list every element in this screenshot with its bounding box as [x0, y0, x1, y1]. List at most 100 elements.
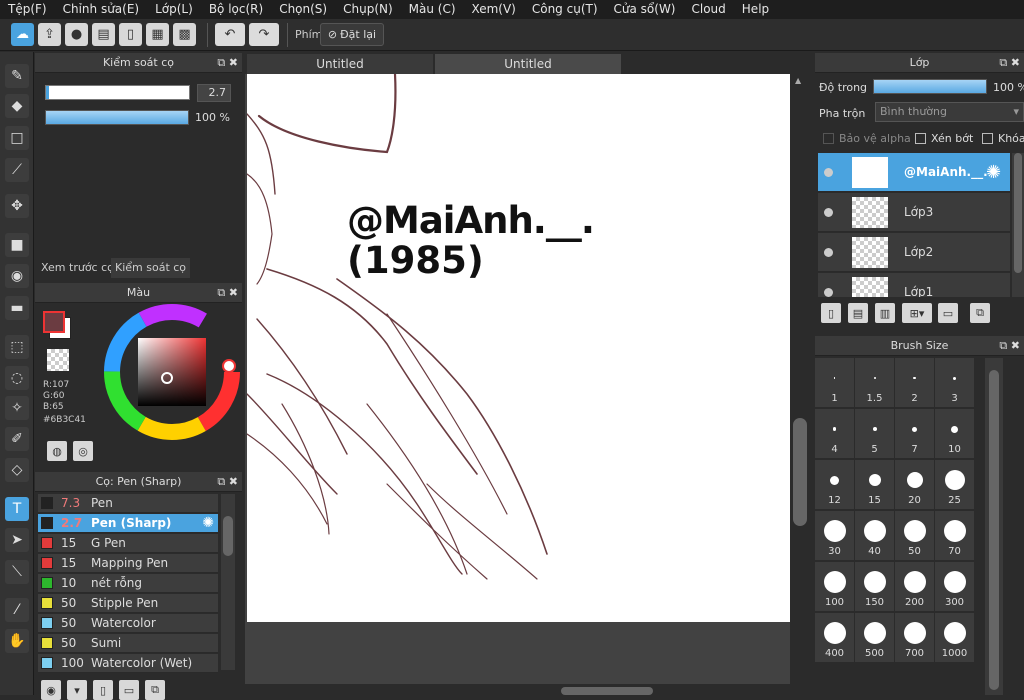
- menu-cloud[interactable]: Cloud: [684, 0, 734, 19]
- lasso-tool-icon[interactable]: ◌: [5, 366, 29, 390]
- brush-size-cell[interactable]: 1: [815, 358, 854, 407]
- new-layer-1bit-icon[interactable]: ▥: [875, 303, 895, 323]
- menu-view[interactable]: Xem(V): [464, 0, 524, 19]
- canvas-vertical-scrollbar[interactable]: ▲: [790, 74, 810, 684]
- brush-size-cell[interactable]: 500: [855, 613, 894, 662]
- cloud-save-icon[interactable]: ☁: [11, 23, 34, 46]
- brush-folder-icon[interactable]: ▭: [119, 680, 139, 700]
- clipping-checkbox[interactable]: [915, 133, 926, 144]
- visibility-eye-icon[interactable]: [824, 208, 833, 217]
- palette-icon[interactable]: ◍: [47, 441, 67, 461]
- drawing-canvas[interactable]: @MaiAnh.__. (1985): [247, 74, 790, 622]
- brush-size-cell[interactable]: 5: [855, 409, 894, 458]
- new-layer-8bit-icon[interactable]: ▤: [848, 303, 868, 323]
- color-wheel[interactable]: [103, 303, 241, 441]
- brush-item[interactable]: 7.3 Pen: [38, 494, 218, 513]
- visibility-eye-icon[interactable]: [824, 168, 833, 177]
- panel-icon[interactable]: ▦: [146, 23, 169, 46]
- brush-size-slider[interactable]: [45, 85, 190, 100]
- brush-size-cell[interactable]: 10: [935, 409, 974, 458]
- gear-icon[interactable]: ✺: [986, 162, 1001, 183]
- hand-tool-icon[interactable]: ✋: [5, 629, 29, 653]
- magic-wand-icon[interactable]: ✧: [5, 396, 29, 420]
- menu-capture[interactable]: Chụp(N): [335, 0, 401, 19]
- speech-bubble-icon[interactable]: ●: [65, 23, 88, 46]
- copy-brush-icon[interactable]: ▯: [93, 680, 113, 700]
- duplicate-layer-icon[interactable]: ⧉: [970, 303, 990, 323]
- visibility-eye-icon[interactable]: [824, 288, 833, 297]
- select-rect-icon[interactable]: ⬚: [5, 335, 29, 359]
- text-tool-icon[interactable]: T: [5, 497, 29, 521]
- canvas-text-handle[interactable]: @MaiAnh.__.: [347, 199, 595, 242]
- brush-list-scrollbar[interactable]: [221, 494, 235, 670]
- panel-controls-icon[interactable]: ⧉ ✖: [217, 472, 238, 492]
- brush-size-cell[interactable]: 70: [935, 511, 974, 560]
- canvas-hscroll-thumb[interactable]: [561, 687, 653, 695]
- divider-tool-icon[interactable]: ⟍: [5, 560, 29, 584]
- grid-icon[interactable]: ▩: [173, 23, 196, 46]
- eraser-tool-icon[interactable]: ◆: [5, 94, 29, 118]
- brush-size-cell[interactable]: 200: [895, 562, 934, 611]
- panel-controls-icon[interactable]: ⧉ ✖: [999, 53, 1020, 73]
- brush-size-scrollbar[interactable]: [985, 358, 1003, 695]
- add-layer-menu-icon[interactable]: ⊞▾: [902, 303, 932, 323]
- brush-size-cell[interactable]: 400: [815, 613, 854, 662]
- tab-brush-preview[interactable]: Xem trước cọ: [37, 258, 118, 278]
- menu-tools[interactable]: Công cụ(T): [524, 0, 606, 19]
- foreground-color-swatch[interactable]: [43, 311, 65, 333]
- bucket-tool-icon[interactable]: ◉: [5, 264, 29, 288]
- menu-layer[interactable]: Lớp(L): [147, 0, 201, 19]
- brush-size-cell[interactable]: 1.5: [855, 358, 894, 407]
- brush-opacity-slider[interactable]: [45, 110, 189, 125]
- brush-item[interactable]: 50 Watercolor: [38, 614, 218, 633]
- document-icon[interactable]: ▯: [119, 23, 142, 46]
- brush-size-cell[interactable]: 7: [895, 409, 934, 458]
- brush-size-cell[interactable]: 30: [815, 511, 854, 560]
- panel-controls-icon[interactable]: ⧉ ✖: [217, 283, 238, 303]
- brush-menu-icon[interactable]: ▾: [67, 680, 87, 700]
- protect-alpha-checkbox[interactable]: [823, 133, 834, 144]
- rectangle-tool-icon[interactable]: □: [5, 126, 29, 150]
- menu-window[interactable]: Cửa sổ(W): [606, 0, 684, 19]
- operation-tool-icon[interactable]: ➤: [5, 528, 29, 552]
- brush-size-cell[interactable]: 25: [935, 460, 974, 509]
- panel-controls-icon[interactable]: ⧉ ✖: [217, 53, 238, 73]
- layer-scroll-thumb[interactable]: [1014, 153, 1022, 273]
- reset-button[interactable]: ⊘ Đặt lại: [320, 23, 384, 46]
- menu-file[interactable]: Tệp(F): [0, 0, 55, 19]
- canvas-horizontal-scrollbar[interactable]: [245, 684, 810, 695]
- menu-color[interactable]: Màu (C): [401, 0, 464, 19]
- color-set-icon[interactable]: ◎: [73, 441, 93, 461]
- redo-icon[interactable]: ↷: [249, 23, 279, 46]
- brush-size-cell[interactable]: 12: [815, 460, 854, 509]
- select-pen-icon[interactable]: ✐: [5, 427, 29, 451]
- brush-size-cell[interactable]: 50: [895, 511, 934, 560]
- brush-size-cell[interactable]: 15: [855, 460, 894, 509]
- visibility-eye-icon[interactable]: [824, 248, 833, 257]
- brush-item[interactable]: 2.7 Pen (Sharp) ✺: [38, 514, 218, 533]
- menu-help[interactable]: Help: [734, 0, 777, 19]
- brush-list-scroll-thumb[interactable]: [223, 516, 233, 556]
- tab-document-1[interactable]: Untitled: [247, 54, 433, 74]
- move-tool-icon[interactable]: ✥: [5, 194, 29, 218]
- menu-edit[interactable]: Chỉnh sửa(E): [55, 0, 148, 19]
- panel-controls-icon[interactable]: ⧉ ✖: [999, 336, 1020, 356]
- brush-item[interactable]: 15 G Pen: [38, 534, 218, 553]
- brush-item[interactable]: 50 Stipple Pen: [38, 594, 218, 613]
- transparent-color-swatch[interactable]: [47, 349, 69, 371]
- undo-icon[interactable]: ↶: [215, 23, 245, 46]
- brush-size-value[interactable]: 2.7: [197, 84, 231, 102]
- brush-size-cell[interactable]: 100: [815, 562, 854, 611]
- select-eraser-icon[interactable]: ◇: [5, 458, 29, 482]
- brush-item[interactable]: 10 nét rỗng: [38, 574, 218, 593]
- brush-tool-icon[interactable]: ✎: [5, 64, 29, 88]
- brush-size-cell[interactable]: 20: [895, 460, 934, 509]
- brush-size-cell[interactable]: 300: [935, 562, 974, 611]
- brush-size-cell[interactable]: 40: [855, 511, 894, 560]
- share-icon[interactable]: ⇪: [38, 23, 61, 46]
- layer-row-text[interactable]: @MaiAnh.__. ✺: [818, 153, 1010, 192]
- layer-row-1[interactable]: Lớp1: [818, 273, 1010, 297]
- brush-size-cell[interactable]: 150: [855, 562, 894, 611]
- blend-mode-select[interactable]: Bình thường ▾: [875, 102, 1024, 122]
- new-layer-icon[interactable]: ▯: [821, 303, 841, 323]
